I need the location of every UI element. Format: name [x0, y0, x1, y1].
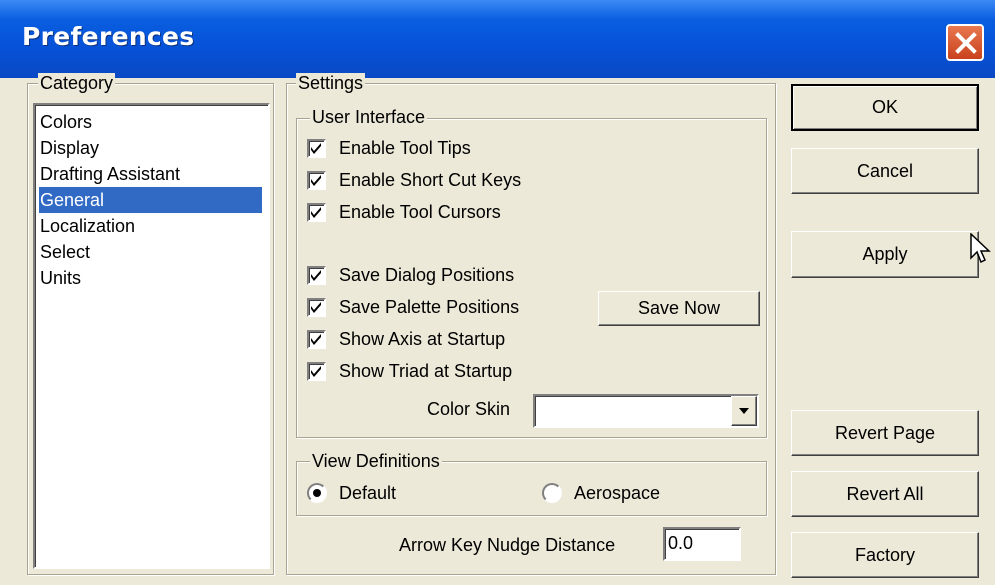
mouse-cursor-icon: [970, 233, 991, 264]
checkbox-label: Save Dialog Positions: [339, 265, 515, 285]
checkmark-icon: [311, 270, 321, 281]
ok-button[interactable]: OK: [791, 84, 979, 131]
checkbox-label: Enable Tool Tips: [339, 138, 471, 158]
category-list[interactable]: Colors Display Drafting Assistant Genera…: [33, 103, 270, 569]
user-interface-group-label: User Interface: [310, 107, 428, 127]
revert-page-button[interactable]: Revert Page: [791, 410, 979, 456]
apply-button[interactable]: Apply: [791, 231, 979, 278]
checkbox-label: Show Triad at Startup: [339, 361, 513, 381]
radio-label: Aerospace: [574, 483, 661, 503]
view-definitions-group-label: View Definitions: [310, 451, 442, 471]
preferences-dialog: Preferences Category Colors Display Draf…: [0, 0, 995, 585]
checkbox-label: Enable Tool Cursors: [339, 202, 501, 222]
radio-label: Default: [339, 483, 397, 503]
nudge-distance-input[interactable]: 0.0: [663, 527, 741, 561]
save-now-button[interactable]: Save Now: [598, 291, 760, 326]
checkbox-box[interactable]: [307, 298, 326, 317]
radio-button[interactable]: [307, 483, 327, 503]
category-group-label: Category: [38, 73, 116, 93]
color-skin-select[interactable]: [533, 394, 759, 428]
list-item-colors[interactable]: Colors: [39, 109, 92, 135]
list-item-drafting-assistant[interactable]: Drafting Assistant: [39, 161, 180, 187]
color-skin-label: Color Skin: [427, 399, 511, 419]
list-item-general[interactable]: General: [39, 187, 262, 213]
factory-button[interactable]: Factory: [791, 532, 979, 578]
close-icon: [955, 32, 977, 54]
revert-all-button[interactable]: Revert All: [791, 471, 979, 517]
checkbox-box[interactable]: [307, 139, 326, 158]
checkmark-icon: [311, 366, 321, 377]
checkbox-box[interactable]: [307, 203, 326, 222]
nudge-distance-value: 0.0: [668, 533, 694, 553]
radio-button[interactable]: [542, 483, 562, 503]
settings-group-label: Settings: [296, 73, 366, 93]
chevron-down-icon: [739, 408, 749, 414]
dropdown-button[interactable]: [731, 396, 757, 426]
cancel-button[interactable]: Cancel: [791, 148, 979, 194]
checkmark-icon: [311, 334, 321, 345]
checkmark-icon: [311, 302, 321, 313]
list-item-select[interactable]: Select: [39, 239, 90, 265]
checkbox-label: Enable Short Cut Keys: [339, 170, 522, 190]
list-item-display[interactable]: Display: [39, 135, 99, 161]
checkmark-icon: [311, 207, 321, 218]
list-item-localization[interactable]: Localization: [39, 213, 135, 239]
checkmark-icon: [311, 143, 321, 154]
list-item-units[interactable]: Units: [39, 265, 81, 291]
window-title: Preferences: [22, 22, 195, 51]
checkbox-box[interactable]: [307, 266, 326, 285]
nudge-distance-label: Arrow Key Nudge Distance: [399, 535, 616, 555]
checkbox-label: Show Axis at Startup: [339, 329, 506, 349]
checkbox-label: Save Palette Positions: [339, 297, 520, 317]
checkmark-icon: [311, 175, 321, 186]
title-bar[interactable]: Preferences: [0, 0, 995, 78]
radio-dot: [313, 489, 321, 497]
checkbox-box[interactable]: [307, 171, 326, 190]
close-button[interactable]: [946, 24, 984, 61]
checkbox-box[interactable]: [307, 330, 326, 349]
checkbox-box[interactable]: [307, 362, 326, 381]
